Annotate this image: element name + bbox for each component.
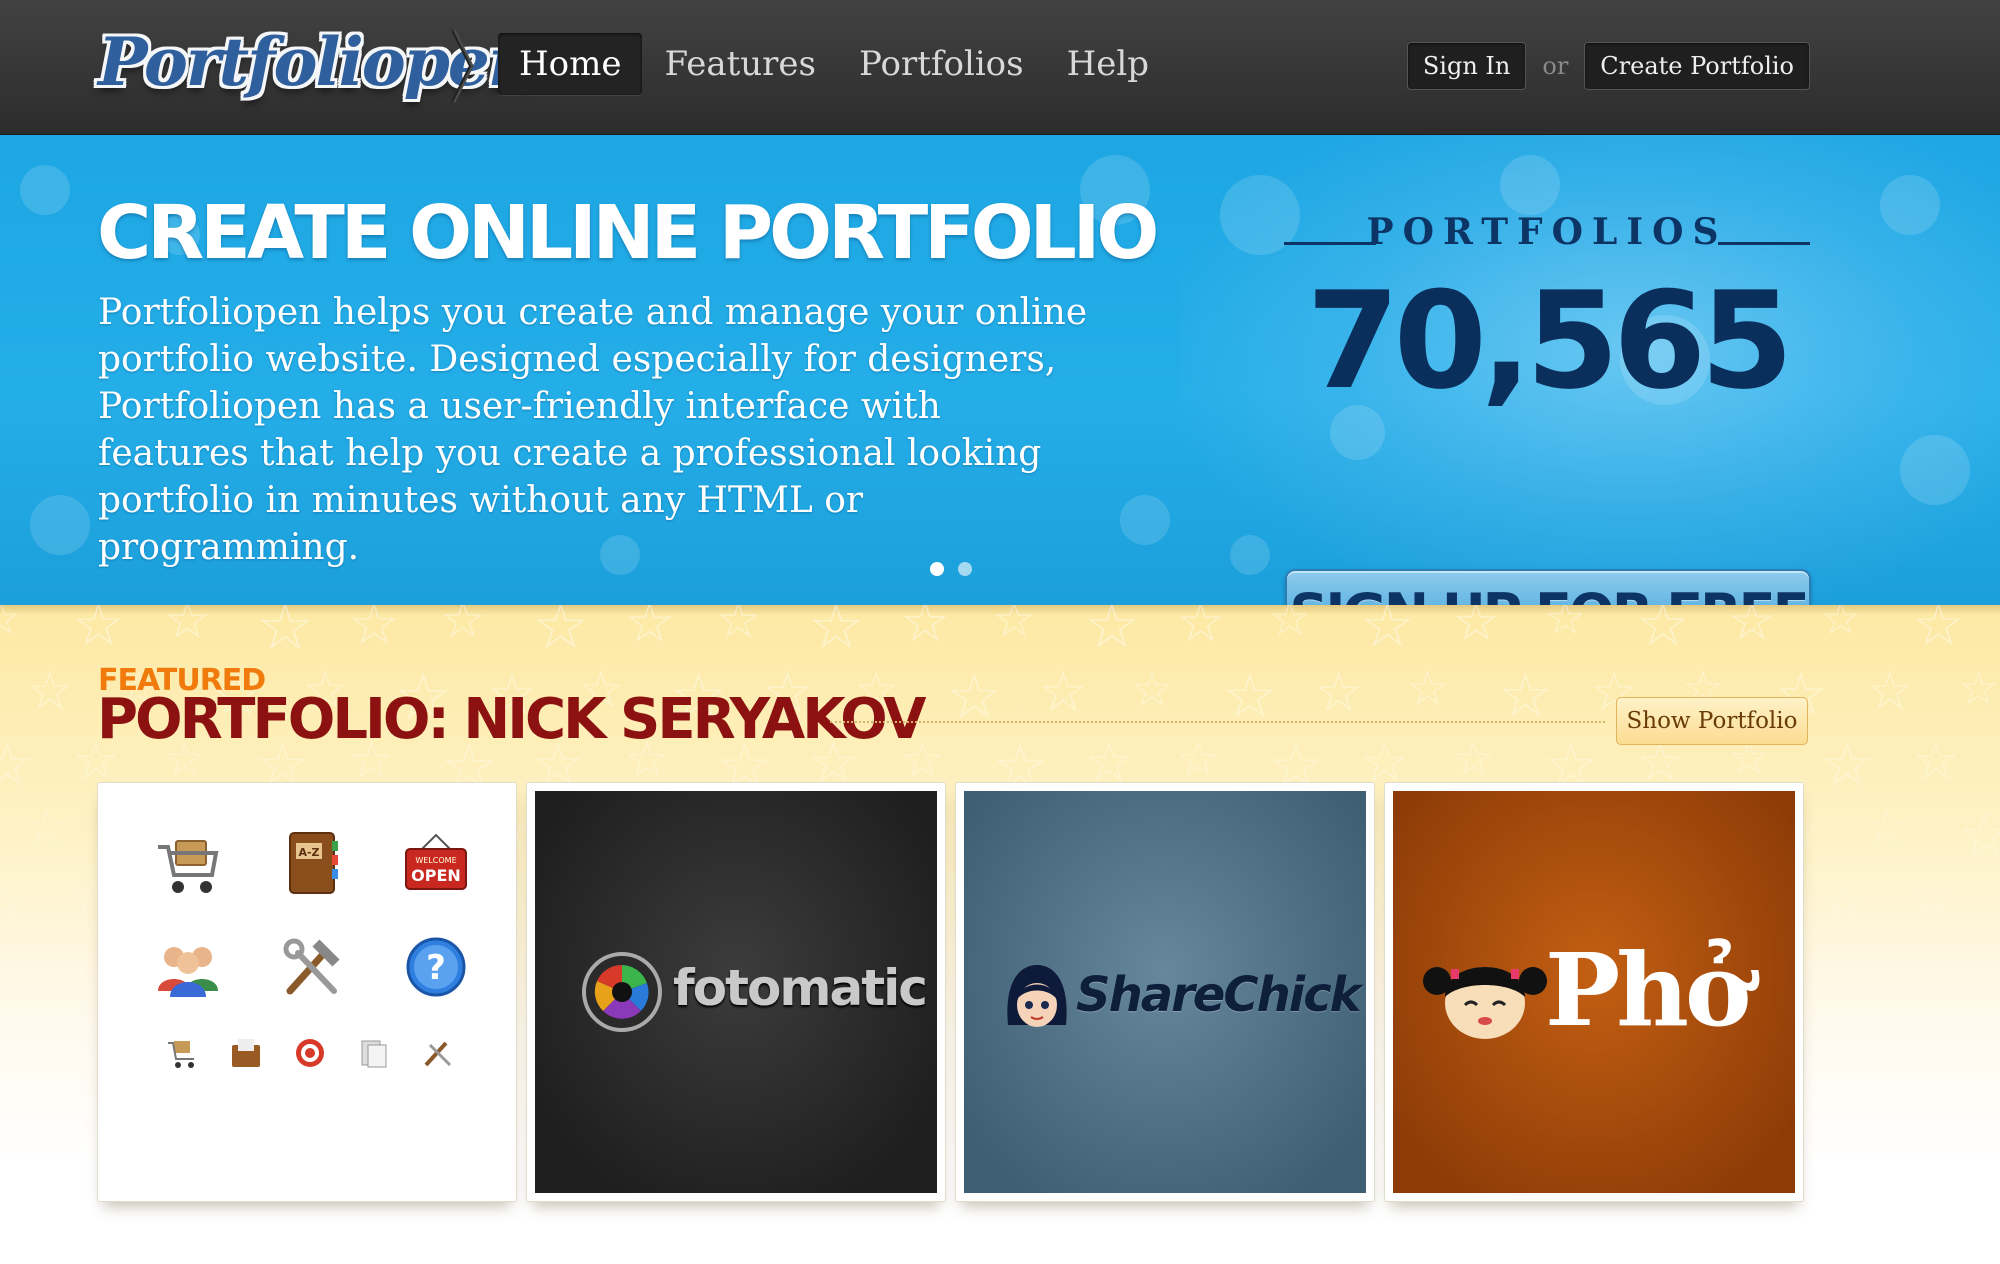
fotomatic-logo-text: fotomatic <box>673 959 928 1017</box>
star-decoration: ☆ <box>1866 661 1914 722</box>
sign-up-for-free-button[interactable]: SIGN UP FOR FREE <box>1285 569 1811 605</box>
star-decoration: ☆ <box>1820 730 1874 800</box>
nav-home[interactable]: Home <box>498 33 643 95</box>
users-group-icon <box>158 947 218 997</box>
address-book-icon: A-Z <box>289 832 338 894</box>
portfolio-thumbnail-icons[interactable]: A-Z WELCOME OPEN ? <box>97 782 517 1202</box>
star-decoration: ☆ <box>348 605 400 658</box>
slide-indicator <box>930 562 986 576</box>
star-decoration: ☆ <box>716 605 761 649</box>
star-decoration: ☆ <box>1084 605 1140 662</box>
dotted-divider <box>830 721 1605 723</box>
star-decoration: ☆ <box>900 605 951 655</box>
nav-portfolios[interactable]: Portfolios <box>838 33 1045 95</box>
portfolio-thumbnail-fotomatic[interactable]: fotomatic <box>526 782 946 1202</box>
star-decoration: ☆ <box>0 605 22 645</box>
star-decoration: ☆ <box>26 940 81 1011</box>
star-decoration: ☆ <box>1866 940 1921 1011</box>
portfolio-thumbnail-sharechick[interactable]: ShareChick <box>955 782 1375 1202</box>
camera-aperture-icon <box>582 952 662 1032</box>
main-nav: Home Features Portfolios Help <box>498 32 1171 96</box>
star-decoration: ☆ <box>1038 660 1089 725</box>
star-decoration: ☆ <box>1544 605 1587 646</box>
star-decoration: ☆ <box>1314 660 1364 724</box>
star-decoration: ☆ <box>0 730 34 800</box>
star-decoration: ☆ <box>26 661 74 722</box>
star-decoration: ☆ <box>1636 605 1690 660</box>
shopping-cart-icon <box>158 840 219 893</box>
star-decoration: ☆ <box>1222 659 1278 732</box>
nav-help[interactable]: Help <box>1046 33 1170 95</box>
open-sign-small-text: WELCOME <box>415 856 456 865</box>
open-sign-text: OPEN <box>411 866 461 885</box>
star-decoration: ☆ <box>1912 871 1955 926</box>
portfolio-thumbnail-pho[interactable]: Phở <box>1384 782 1804 1202</box>
hero-title: CREATE ONLINE PORTFOLIO <box>97 190 1159 276</box>
star-decoration: ☆ <box>1452 731 1496 787</box>
sign-in-button[interactable]: Sign In <box>1406 42 1527 90</box>
or-text: or <box>1542 52 1569 80</box>
star-decoration: ☆ <box>1452 605 1501 653</box>
star-decoration: ☆ <box>72 605 125 659</box>
small-documents-icon <box>361 1040 387 1068</box>
featured-portfolio-title: PORTFOLIO: NICK SERYAKOV <box>97 687 927 752</box>
star-decoration: ☆ <box>1958 940 2000 1003</box>
girl-face-icon <box>1423 967 1547 1039</box>
nav-separator-chevron-icon <box>452 29 474 103</box>
small-inbox-icon <box>232 1039 260 1067</box>
star-decoration: ☆ <box>808 605 865 663</box>
featured-portfolio-section: ☆ ☆ ☆ ☆ ☆ ☆ ☆ ☆ ☆ ☆ ☆ ☆ ☆ ☆ ☆ ☆ ☆ ☆ ☆ ☆ ☆ ☆ ☆ ☆ ☆ ☆ ☆ ☆ ☆ ☆ ☆ ☆ ☆ ☆ ☆ ☆ ☆ ☆ ☆ ☆… <box>0 605 2000 1264</box>
star-decoration: ☆ <box>1360 605 1415 661</box>
star-decoration: ☆ <box>0 870 29 933</box>
girl-avatar-icon <box>1007 965 1067 1027</box>
star-decoration: ☆ <box>164 605 211 651</box>
star-decoration: ☆ <box>1406 661 1450 717</box>
small-target-icon <box>296 1039 324 1067</box>
star-decoration: ☆ <box>1268 605 1312 647</box>
star-decoration: ☆ <box>1912 605 1965 659</box>
star-decoration: ☆ <box>1130 661 1174 718</box>
star-decoration: ☆ <box>992 605 1036 648</box>
hero-description: Portfoliopen helps you create and manage… <box>98 292 1088 568</box>
top-navigation-bar: Portfoliopen Home Features Portfolios He… <box>0 0 2000 135</box>
star-decoration: ☆ <box>1866 801 1909 856</box>
small-tools-icon <box>424 1041 452 1067</box>
star-decoration: ☆ <box>1498 660 1553 731</box>
help-icon: ? <box>406 937 466 997</box>
star-decoration: ☆ <box>624 605 676 656</box>
star-decoration: ☆ <box>1176 731 1220 788</box>
small-cart-icon <box>168 1041 194 1068</box>
slide-dot-1[interactable] <box>930 562 944 576</box>
star-decoration: ☆ <box>1912 731 1960 792</box>
star-decoration: ☆ <box>1820 605 1862 645</box>
portfolios-counter-value: 70,565 <box>1306 263 1793 419</box>
svg-text:?: ? <box>426 948 446 988</box>
star-decoration: ☆ <box>1728 605 1776 652</box>
sharechick-logo-text: ShareChick <box>1076 967 1362 1023</box>
star-decoration: ☆ <box>1176 605 1226 654</box>
star-decoration: ☆ <box>440 605 486 650</box>
star-decoration: ☆ <box>1958 800 2000 870</box>
auth-actions: Sign In or Create Portfolio <box>1406 42 1810 90</box>
address-book-label: A-Z <box>298 846 319 859</box>
star-decoration: ☆ <box>1820 870 1869 933</box>
create-portfolio-button[interactable]: Create Portfolio <box>1584 42 1810 90</box>
show-portfolio-button[interactable]: Show Portfolio <box>1616 697 1808 745</box>
pho-logo-text: Phở <box>1545 931 1752 1049</box>
open-sign-icon: WELCOME OPEN <box>405 833 467 890</box>
slide-dot-2[interactable] <box>958 562 972 576</box>
star-decoration: ☆ <box>946 660 1003 733</box>
nav-features[interactable]: Features <box>643 33 837 95</box>
tools-icon <box>283 938 340 995</box>
star-decoration: ☆ <box>256 605 315 665</box>
hero-banner: CREATE ONLINE PORTFOLIO Portfoliopen hel… <box>0 135 2000 605</box>
star-decoration: ☆ <box>1958 661 2000 715</box>
star-decoration: ☆ <box>26 801 69 856</box>
portfolios-counter-label: PORTFOLIOS <box>1366 211 1728 253</box>
star-decoration: ☆ <box>532 605 590 664</box>
